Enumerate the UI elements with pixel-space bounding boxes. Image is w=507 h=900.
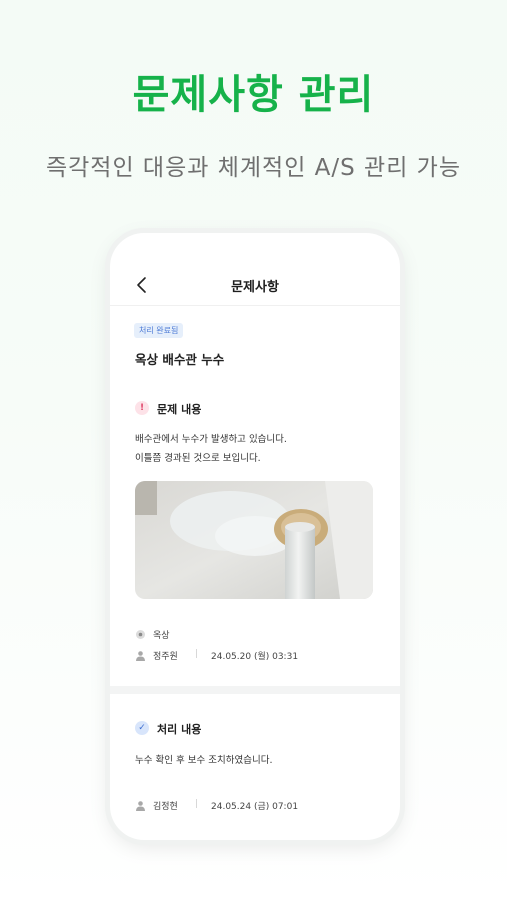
user-icon (136, 651, 145, 661)
problem-datetime: 24.05.20 (월) 03:31 (211, 652, 299, 662)
resolution-text: 누수 확인 후 보수 조치하였습니다. (135, 755, 273, 766)
status-badge: 처리 완료됨 (134, 323, 184, 338)
problem-line-1: 배수관에서 누수가 발생하고 있습니다. (135, 434, 287, 445)
issue-photo-image (135, 481, 373, 599)
separator: | (195, 649, 199, 659)
resolution-datetime: 24.05.24 (금) 07:01 (211, 802, 299, 812)
hero-subtitle: 즉각적인 대응과 체계적인 A/S 관리 가능 (45, 155, 462, 181)
phone-mockup: 문제사항 처리 완료됨 옥상 배수관 누수 ! 문제 내용 배수관에서 누수가 … (110, 233, 400, 840)
problem-author: 정주원 (153, 652, 178, 662)
separator: | (195, 799, 199, 809)
alert-icon: ! (135, 401, 149, 415)
problem-line-2: 이틀쯤 경과된 것으로 보입니다. (135, 453, 261, 464)
resolution-author: 김정현 (153, 802, 178, 812)
section-divider (110, 686, 400, 694)
hero-title: 문제사항 관리 (132, 72, 375, 118)
user-icon (136, 801, 145, 811)
check-icon: ✓ (135, 721, 149, 735)
issue-title: 옥상 배수관 누수 (135, 352, 225, 367)
location-icon (136, 630, 145, 639)
resolution-heading: 처리 내용 (157, 723, 202, 736)
issue-photo[interactable] (135, 481, 373, 599)
top-bar-divider (110, 305, 400, 306)
top-bar: 문제사항 (110, 233, 400, 301)
problem-heading: 문제 내용 (157, 403, 202, 416)
screen-title: 문제사항 (231, 280, 279, 295)
location-text: 옥상 (153, 631, 170, 641)
